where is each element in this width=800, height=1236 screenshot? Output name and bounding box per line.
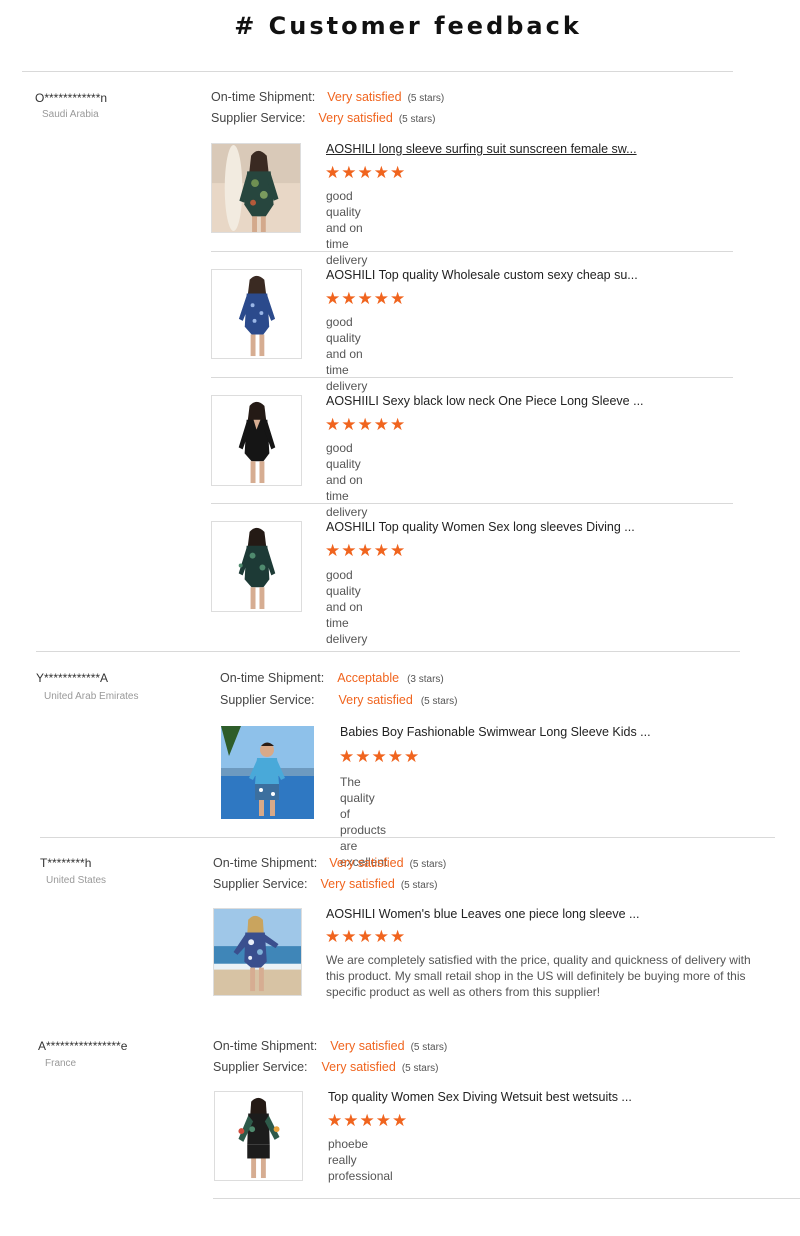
service-rating: Supplier Service: Very satisfied (5 stars) [213,1060,439,1074]
shipment-stars-note: (5 stars) [407,93,445,104]
shipment-value: Acceptable [337,671,400,685]
review-comment: good quality and on time delivery [326,441,368,519]
buyer-country: United Arab Emirates [44,691,139,702]
shipment-stars-note: (5 stars) [410,1042,448,1053]
review-comment: We are completely satisfied with the pri… [326,953,751,999]
star-rating: ★★★★★ [325,415,407,434]
buyer-name: A****************e [38,1039,128,1053]
product-title[interactable]: AOSHILI Top quality Women Sex long sleev… [326,520,635,534]
service-stars-note: (5 stars) [400,880,438,891]
buyer-country: United States [46,875,107,886]
shipment-label: On-time Shipment: [211,90,316,104]
product-title[interactable]: AOSHILI Top quality Wholesale custom sex… [326,268,638,282]
wetsuit-image [215,1092,302,1180]
buyer-name: Y************A [36,671,109,685]
shipment-label: On-time Shipment: [220,671,325,685]
service-value: Very satisfied [338,693,413,707]
service-rating: Supplier Service: Very satisfied (5 stars) [213,877,438,891]
service-label: Supplier Service: [220,693,315,707]
service-stars-note: (5 stars) [398,114,436,125]
buyer-country: Saudi Arabia [42,109,99,120]
product-thumbnail[interactable] [214,1091,303,1181]
buyer-country: France [45,1058,77,1069]
buyer-name: O************n [35,91,108,105]
shipment-value: Very satisfied [330,1039,405,1053]
divider [211,251,733,252]
product-thumbnail[interactable] [221,726,314,819]
product-thumbnail[interactable] [211,143,301,233]
service-value: Very satisfied [320,877,395,891]
divider [40,837,775,838]
swimsuit-image [212,396,301,485]
service-label: Supplier Service: [213,1060,308,1074]
service-rating: Supplier Service: Very satisfied (5 stars) [220,693,458,707]
product-thumbnail[interactable] [211,521,302,612]
swimsuit-image [212,270,301,358]
review-comment: phoebe really professional [328,1137,393,1183]
review-comment: good quality and on time delivery [326,568,368,646]
shipment-rating: On-time Shipment: Very satisfied (5 stars) [213,1039,447,1053]
shipment-rating: On-time Shipment: Acceptable (3 stars) [220,671,444,685]
service-label: Supplier Service: [213,877,308,891]
swimsuit-image [214,909,301,995]
kids-swimwear-image [221,726,314,819]
shipment-rating: On-time Shipment: Very satisfied (5 stars) [213,856,446,870]
divider [22,71,733,72]
service-stars-note: (5 stars) [401,1063,439,1074]
divider [211,377,733,378]
shipment-stars-note: (5 stars) [409,859,447,870]
product-title[interactable]: Babies Boy Fashionable Swimwear Long Sle… [340,725,651,739]
star-rating: ★★★★★ [327,1111,409,1130]
star-rating: ★★★★★ [325,163,407,182]
divider [36,651,740,652]
shipment-value: Very satisfied [329,856,404,870]
divider [213,1198,800,1199]
swimsuit-image [212,522,301,611]
shipment-label: On-time Shipment: [213,856,318,870]
star-rating: ★★★★★ [325,541,407,560]
shipment-rating: On-time Shipment: Very satisfied (5 stars) [211,90,444,104]
star-rating: ★★★★★ [325,927,407,946]
buyer-name: T********h [40,856,92,870]
product-title[interactable]: AOSHILI Women's blue Leaves one piece lo… [326,907,639,921]
review-comment: good quality and on time delivery [326,189,368,267]
shipment-value: Very satisfied [327,90,402,104]
swimsuit-image [212,144,300,232]
service-label: Supplier Service: [211,111,306,125]
divider [211,503,733,504]
product-thumbnail[interactable] [213,908,302,996]
product-title-link[interactable]: AOSHILI long sleeve surfing suit sunscre… [326,142,637,156]
shipment-stars-note: (3 stars) [407,674,444,685]
service-value: Very satisfied [321,1060,396,1074]
product-title[interactable]: AOSHIILI Sexy black low neck One Piece L… [326,394,644,408]
star-rating: ★★★★★ [339,747,421,766]
product-thumbnail[interactable] [211,269,302,359]
product-title[interactable]: Top quality Women Sex Diving Wetsuit bes… [328,1090,632,1104]
review-comment: good quality and on time delivery [326,315,368,393]
service-rating: Supplier Service: Very satisfied (5 stars) [211,111,436,125]
product-thumbnail[interactable] [211,395,302,486]
shipment-label: On-time Shipment: [213,1039,318,1053]
page-title: # Customer feedback [234,12,582,40]
service-value: Very satisfied [318,111,393,125]
service-stars-note: (5 stars) [420,696,458,707]
star-rating: ★★★★★ [325,289,407,308]
